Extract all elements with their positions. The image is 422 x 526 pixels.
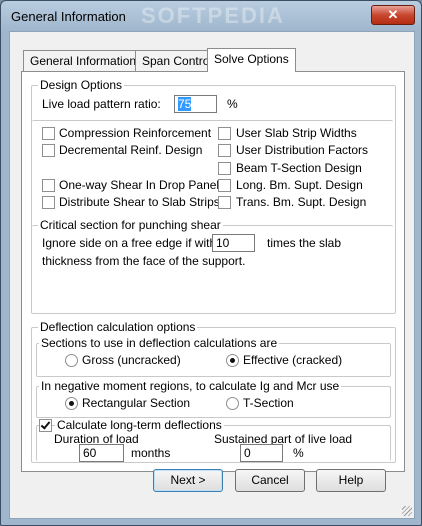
- tab-solve-options[interactable]: Solve Options: [207, 48, 296, 72]
- title-bar[interactable]: General Information SOFTPEDIA ✕: [1, 1, 421, 31]
- design-options-group: Design Options Live load pattern ratio: …: [31, 78, 396, 314]
- solve-options-panel: Design Options Live load pattern ratio: …: [21, 71, 405, 472]
- tab-label: Span Control: [142, 54, 213, 68]
- tab-general-information[interactable]: General Information: [23, 50, 144, 71]
- sustained-unit: %: [293, 446, 304, 460]
- effective-cracked-label: Effective (cracked): [243, 353, 343, 367]
- punching-distance-input[interactable]: 10: [212, 234, 255, 252]
- duration-value: 60: [83, 446, 97, 460]
- cancel-button[interactable]: Cancel: [235, 469, 305, 492]
- long-bm-supt-label: Long. Bm. Supt. Design: [236, 178, 363, 192]
- user-slab-strip-widths-label: User Slab Strip Widths: [236, 126, 357, 140]
- long-term-checkbox[interactable]: [39, 419, 52, 432]
- punching-shear-group: Critical section for punching shear Igno…: [32, 218, 393, 312]
- gross-uncracked-radio[interactable]: [65, 354, 78, 367]
- help-button[interactable]: Help: [316, 469, 386, 492]
- rectangular-section-label: Rectangular Section: [82, 396, 191, 410]
- distribute-shear-label: Distribute Shear to Slab Strips: [59, 195, 220, 209]
- one-way-shear-checkbox[interactable]: [42, 179, 55, 192]
- decremental-reinf-checkbox[interactable]: [42, 144, 55, 157]
- close-icon: ✕: [387, 7, 399, 22]
- design-options-legend: Design Options: [38, 78, 125, 92]
- t-section-radio[interactable]: [226, 397, 239, 410]
- deflection-options-legend: Deflection calculation options: [38, 320, 198, 334]
- window-title: General Information: [11, 9, 126, 24]
- beam-t-section-checkbox[interactable]: [218, 162, 231, 175]
- live-load-value: 75: [178, 97, 192, 111]
- rectangular-section-radio[interactable]: [65, 397, 78, 410]
- t-section-label: T-Section: [243, 396, 294, 410]
- live-load-unit: %: [227, 97, 238, 111]
- negative-moment-legend: In negative moment regions, to calculate…: [39, 379, 342, 393]
- effective-cracked-radio[interactable]: [226, 354, 239, 367]
- dialog-window: General Information SOFTPEDIA ✕ General …: [0, 0, 422, 526]
- sustained-input[interactable]: 0: [240, 444, 283, 462]
- live-load-label: Live load pattern ratio:: [42, 97, 161, 111]
- gross-uncracked-label: Gross (uncracked): [82, 353, 181, 367]
- compression-reinforcement-checkbox[interactable]: [42, 127, 55, 140]
- sections-group: Sections to use in deflection calculatio…: [36, 336, 391, 377]
- long-term-label: Calculate long-term deflections: [55, 418, 224, 432]
- one-way-shear-label: One-way Shear In Drop Panels: [59, 178, 226, 192]
- deflection-options-group: Deflection calculation options Sections …: [31, 320, 396, 463]
- punching-distance-value: 10: [216, 236, 230, 250]
- sections-legend: Sections to use in deflection calculatio…: [39, 336, 280, 350]
- user-distribution-factors-checkbox[interactable]: [218, 144, 231, 157]
- compression-reinforcement-label: Compression Reinforcement: [59, 126, 212, 140]
- resize-grip-icon[interactable]: [402, 506, 412, 516]
- punching-shear-legend: Critical section for punching shear: [38, 218, 223, 232]
- dialog-client: General Information Span Control Solve O…: [9, 31, 415, 519]
- negative-moment-group: In negative moment regions, to calculate…: [36, 379, 391, 418]
- trans-bm-supt-label: Trans. Bm. Supt. Design: [236, 195, 367, 209]
- user-slab-strip-widths-checkbox[interactable]: [218, 127, 231, 140]
- beam-t-section-label: Beam T-Section Design: [236, 161, 362, 175]
- sustained-label: Sustained part of live load: [214, 432, 353, 446]
- watermark: SOFTPEDIA: [141, 3, 285, 28]
- trans-bm-supt-checkbox[interactable]: [218, 196, 231, 209]
- duration-input[interactable]: 60: [79, 444, 124, 462]
- times-slab-label: times the slab: [267, 236, 342, 250]
- months-label: months: [131, 446, 171, 460]
- ignore-side-label: Ignore side on a free edge if within: [42, 236, 226, 250]
- decremental-reinf-label: Decremental Reinf. Design: [59, 143, 203, 157]
- thickness-label: thickness from the face of the support.: [42, 254, 246, 268]
- sustained-value: 0: [244, 446, 251, 460]
- next-button[interactable]: Next >: [153, 469, 223, 492]
- tab-label: Solve Options: [214, 52, 289, 66]
- user-distribution-factors-label: User Distribution Factors: [236, 143, 369, 157]
- distribute-shear-checkbox[interactable]: [42, 196, 55, 209]
- live-load-input[interactable]: 75: [174, 95, 217, 113]
- tab-label: General Information: [30, 54, 137, 68]
- long-bm-supt-checkbox[interactable]: [218, 179, 231, 192]
- design-checkbox-area: Compression Reinforcement Decremental Re…: [32, 120, 393, 312]
- close-button[interactable]: ✕: [371, 5, 415, 25]
